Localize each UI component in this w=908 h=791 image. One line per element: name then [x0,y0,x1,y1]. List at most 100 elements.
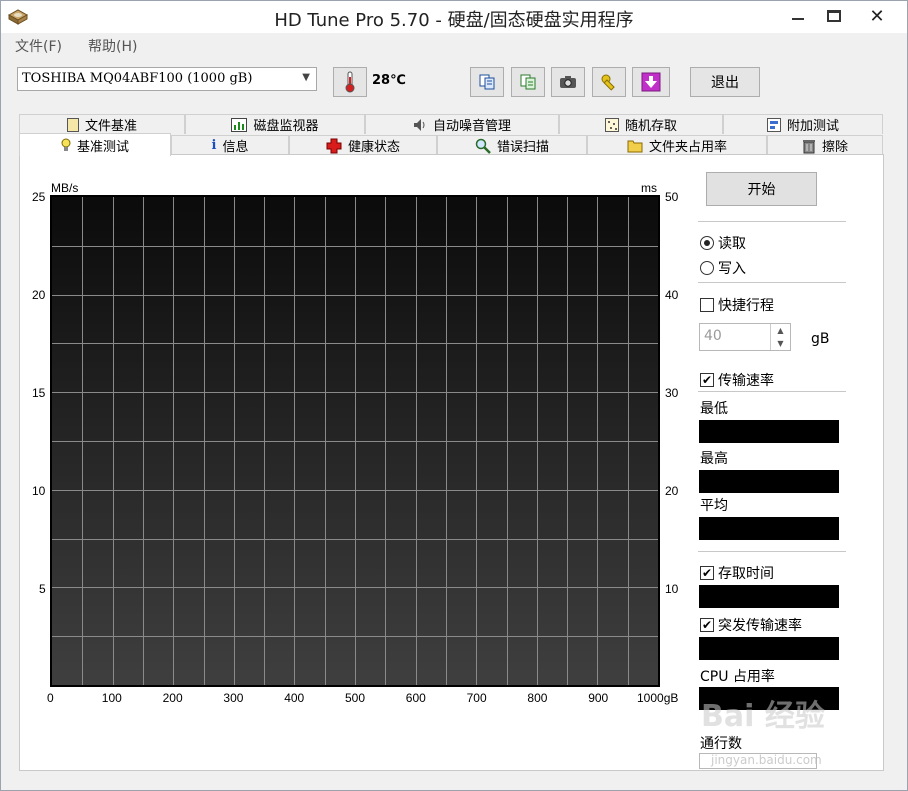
burst-rate-checkbox[interactable]: ✔ 突发传输速率 [700,615,802,635]
menu-file[interactable]: 文件(F) [1,36,74,56]
x-tick: 900 [588,691,609,705]
tab-label: 基准测试 [76,139,129,155]
avg-value-display [699,517,839,540]
start-button[interactable]: 开始 [706,172,817,206]
spinner-arrows-icon[interactable]: ▲ ▼ [770,324,790,350]
tab-noise-management[interactable]: 自动噪音管理 [365,114,559,134]
tab-label: 擦除 [821,140,848,155]
copy-text-button[interactable] [470,67,504,97]
tab-label: 错误扫描 [496,140,549,155]
baidu-watermark-url: jingyan.baidu.com [711,753,822,767]
download-arrow-icon [641,72,661,92]
tab-folder-usage[interactable]: 文件夹占用率 [587,135,767,155]
y-right-unit: ms [641,181,657,195]
tab-label: 磁盘监视器 [253,119,319,134]
x-tick: 100 [101,691,122,705]
options-button[interactable] [592,67,626,97]
tab-info[interactable]: i 信息 [171,135,289,155]
minimize-icon [792,18,804,20]
tab-label: 健康状态 [347,140,400,155]
x-tick: 0 [47,691,54,705]
wrench-icon [601,74,615,91]
copy-icon [479,74,495,90]
read-radio[interactable]: 读取 [700,233,746,253]
app-window: HD Tune Pro 5.70 - 硬盘/固态硬盘实用程序 ✕ 文件(F) 帮… [0,0,908,791]
y-right-tick: 20 [665,484,679,498]
x-tick: 400 [284,691,305,705]
transfer-rate-checkbox[interactable]: ✔ 传输速率 [700,370,774,390]
short-stroke-size-input[interactable]: 40 ▲ ▼ [699,323,791,351]
chart-grid [52,197,658,685]
access-time-checkbox[interactable]: ✔ 存取时间 [700,563,774,583]
bar-chart-icon [231,117,248,132]
divider [698,282,846,283]
drive-select[interactable]: TOSHIBA MQ04ABF100 (1000 gB) ▼ [17,67,317,91]
burst-rate-display [699,637,839,660]
close-button[interactable]: ✕ [847,1,907,31]
y-left-tick: 20 [32,288,46,302]
tab-benchmark[interactable]: 基准测试 [19,133,171,156]
x-tick: 500 [345,691,366,705]
tabs-top-row: 文件基准 磁盘监视器 自动噪音管理 随机存取 附加测试 [19,114,883,134]
tab-label: 文件夹占用率 [648,140,727,155]
access-time-display [699,585,839,608]
tab-label: 自动噪音管理 [432,119,511,134]
y-left-unit: MB/s [51,181,79,195]
temperature-button[interactable] [333,67,367,97]
tab-disk-monitor[interactable]: 磁盘监视器 [185,114,365,134]
radio-selected-icon [700,236,714,250]
divider [698,221,846,222]
chevron-down-icon: ▼ [302,72,310,83]
info-icon: i [211,138,217,153]
tab-health[interactable]: 健康状态 [289,135,437,155]
y-right-tick: 10 [665,582,679,596]
short-stroke-checkbox[interactable]: 快捷行程 [700,295,774,315]
read-label: 读取 [718,236,746,252]
tab-label: 信息 [222,140,249,155]
file-benchmark-icon [66,117,79,132]
folder-icon [627,140,643,152]
magnifier-icon [475,138,491,154]
maximize-icon [827,10,841,22]
tab-file-benchmark[interactable]: 文件基准 [19,114,185,134]
cpu-usage-display [699,687,839,710]
max-label: 最高 [700,451,728,467]
exit-button[interactable]: 退出 [690,67,760,97]
y-right-tick: 40 [665,288,679,302]
tab-label: 附加测试 [786,119,839,134]
x-tick: 1000gB [637,691,679,705]
write-radio[interactable]: 写入 [700,258,746,278]
x-tick: 600 [405,691,426,705]
y-left-tick: 25 [32,190,46,204]
toolbar: TOSHIBA MQ04ABF100 (1000 gB) ▼ 28℃ 退出 [1,61,907,103]
trash-icon [802,139,815,153]
menu-bar: 文件(F) 帮助(H) [1,33,907,58]
menu-help[interactable]: 帮助(H) [74,36,149,56]
y-right-tick: 30 [665,386,679,400]
y-left-tick: 10 [32,484,46,498]
camera-icon [560,76,576,88]
checkbox-checked-icon: ✔ [700,373,714,387]
temperature-value: 28℃ [372,73,406,88]
tab-extra-tests[interactable]: 附加测试 [723,114,883,134]
copy-image-icon [520,74,536,90]
access-time-label: 存取时间 [718,566,774,582]
x-tick: 200 [162,691,183,705]
min-value-display [699,420,839,443]
red-cross-icon [326,138,342,153]
speaker-icon [413,118,425,131]
tab-error-scan[interactable]: 错误扫描 [437,135,587,155]
checkbox-unchecked-icon [700,298,714,312]
divider [698,391,846,392]
burst-rate-label: 突发传输速率 [718,618,802,634]
tab-random-access[interactable]: 随机存取 [559,114,723,134]
copy-screenshot-button[interactable] [511,67,545,97]
drive-select-value: TOSHIBA MQ04ABF100 (1000 gB) [22,71,253,86]
divider [698,551,846,552]
save-screenshot-button[interactable] [551,67,585,97]
random-grid-icon [604,117,619,132]
checkbox-checked-icon: ✔ [700,618,714,632]
download-update-button[interactable] [632,67,670,97]
tab-erase[interactable]: 擦除 [767,135,883,155]
radio-empty-icon [700,261,714,275]
